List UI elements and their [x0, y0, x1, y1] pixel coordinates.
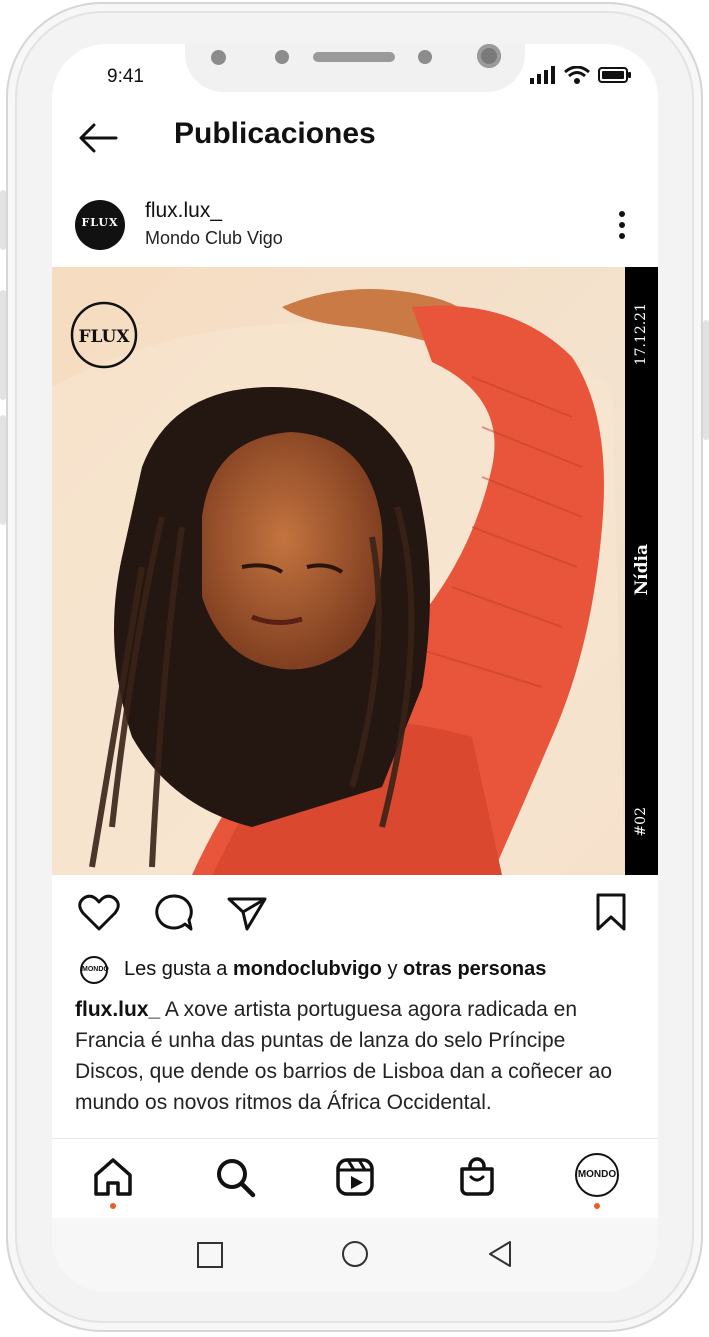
heart-icon[interactable] [78, 894, 120, 932]
triangle-icon[interactable] [485, 1238, 515, 1270]
share-icon[interactable] [226, 894, 268, 932]
liker-avatar-text: MONDO [82, 966, 109, 973]
comment-icon[interactable] [152, 893, 194, 933]
likes-prefix: Les gusta a [124, 958, 228, 980]
home-notification-dot [110, 1203, 116, 1209]
side-button-left-bot [0, 415, 6, 525]
screen: 9:41 Publicaciones FLUX flux.lux_ Mondo … [52, 44, 658, 1292]
photo-side-strip: 17.12.21 Nídia #02 [625, 267, 658, 875]
wifi-icon [564, 66, 590, 84]
photo-logo-text: FLUX [78, 327, 130, 347]
avatar-logo-text: FLUX [81, 216, 119, 229]
circle-icon[interactable] [339, 1238, 371, 1270]
bottom-nav: MONDO [52, 1138, 658, 1219]
strip-date: 17.12.21 [633, 303, 649, 366]
battery-icon [598, 67, 631, 83]
search-icon[interactable] [213, 1155, 257, 1199]
status-time: 9:41 [107, 66, 144, 87]
notch [185, 44, 525, 92]
phone-frame: 9:41 Publicaciones FLUX flux.lux_ Mondo … [0, 0, 709, 1337]
profile-avatar-text: MONDO [577, 1169, 617, 1180]
profile-notification-dot [594, 1203, 600, 1209]
likes-row[interactable]: MONDO Les gusta a mondoclubvigo y otras … [80, 954, 640, 988]
caption-username[interactable]: flux.lux_ [75, 998, 160, 1021]
home-icon[interactable] [91, 1155, 135, 1199]
post-header: FLUX flux.lux_ Mondo Club Vigo [52, 194, 658, 264]
square-icon[interactable] [195, 1240, 225, 1270]
post-location[interactable]: Mondo Club Vigo [145, 228, 283, 249]
post-username[interactable]: flux.lux_ [145, 199, 222, 223]
back-arrow-icon[interactable] [78, 118, 118, 158]
likes-others[interactable]: otras personas [403, 958, 546, 980]
post-caption: flux.lux_ A xove artista portuguesa agor… [75, 994, 635, 1118]
android-nav-bar [52, 1218, 658, 1292]
speaker [313, 52, 395, 62]
reels-icon[interactable] [333, 1155, 377, 1199]
avatar[interactable]: FLUX [75, 200, 125, 250]
side-button-left-mid [0, 290, 6, 400]
profile-avatar[interactable]: MONDO [575, 1153, 619, 1197]
post-image[interactable]: FLUX 17.12.21 Nídia #02 [52, 267, 658, 875]
header: Publicaciones [52, 110, 658, 166]
portrait-image: FLUX [52, 267, 658, 875]
likes-user[interactable]: mondoclubvigo [233, 958, 382, 980]
post-actions [52, 890, 658, 940]
likes-conj: y [387, 958, 398, 980]
sensor-dot [211, 50, 226, 65]
status-icons [530, 66, 632, 84]
page-title: Publicaciones [174, 117, 376, 150]
shop-icon[interactable] [455, 1155, 499, 1199]
strip-number: #02 [633, 807, 649, 837]
strip-name: Nídia [632, 544, 652, 596]
liker-avatar: MONDO [80, 956, 109, 984]
likes-text: Les gusta a mondoclubvigo y otras person… [124, 958, 546, 981]
side-button-left-top [0, 190, 6, 250]
sensor-dot [418, 50, 432, 64]
more-vertical-icon[interactable] [612, 210, 632, 240]
sensor-dot [275, 50, 289, 64]
front-camera [477, 44, 501, 68]
side-button-right [703, 320, 709, 440]
bookmark-icon[interactable] [594, 892, 628, 932]
signal-icon [530, 66, 555, 84]
